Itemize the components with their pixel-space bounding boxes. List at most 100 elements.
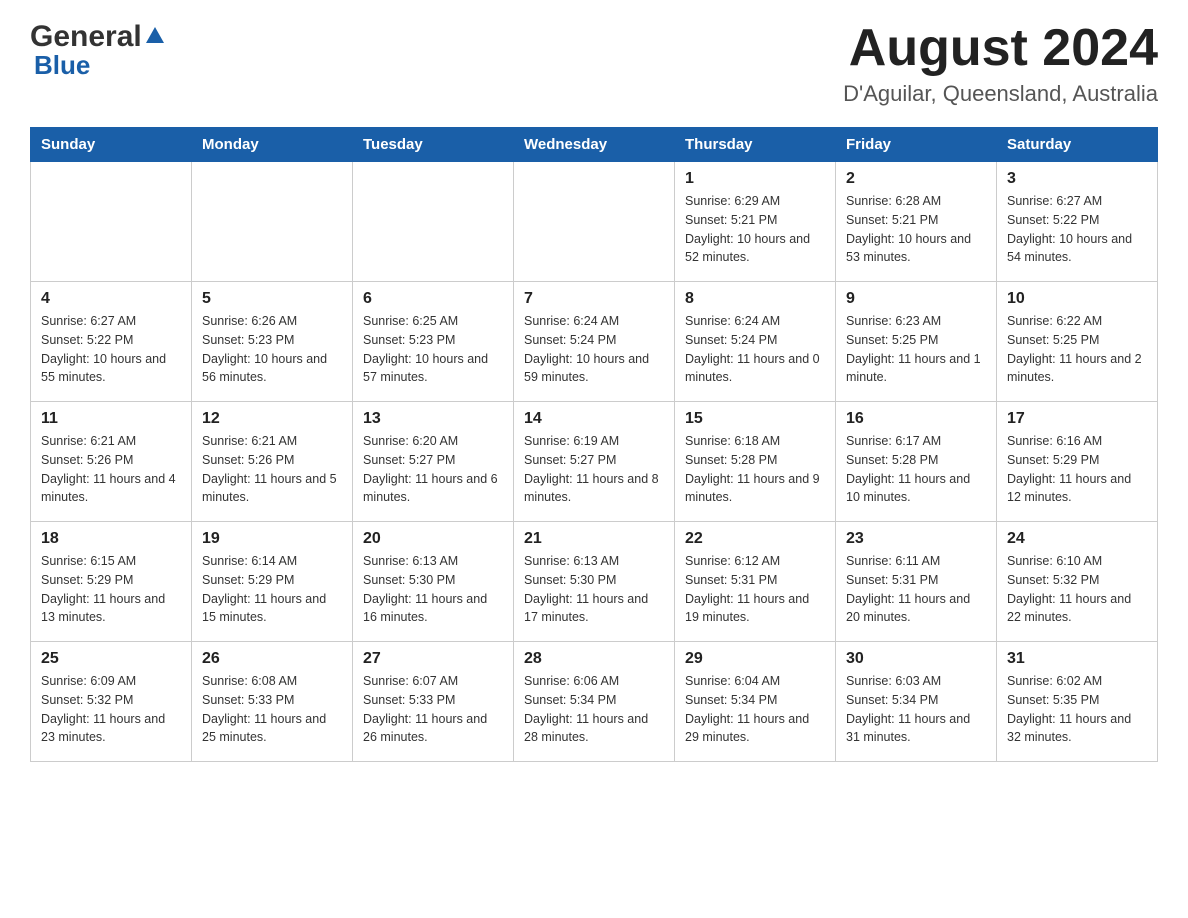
day-number: 1	[685, 170, 825, 188]
weekday-row: SundayMondayTuesdayWednesdayThursdayFrid…	[31, 128, 1158, 162]
day-number: 26	[202, 650, 342, 668]
day-info: Sunrise: 6:14 AMSunset: 5:29 PMDaylight:…	[202, 552, 342, 627]
calendar-cell: 4 Sunrise: 6:27 AMSunset: 5:22 PMDaylight…	[31, 282, 192, 402]
calendar-cell	[353, 162, 514, 282]
day-info: Sunrise: 6:15 AMSunset: 5:29 PMDaylight:…	[41, 552, 181, 627]
day-number: 21	[524, 530, 664, 548]
day-info: Sunrise: 6:08 AMSunset: 5:33 PMDaylight:…	[202, 672, 342, 747]
day-info: Sunrise: 6:09 AMSunset: 5:32 PMDaylight:…	[41, 672, 181, 747]
day-number: 22	[685, 530, 825, 548]
calendar-cell: 16 Sunrise: 6:17 AMSunset: 5:28 PMDayligh…	[836, 402, 997, 522]
day-number: 29	[685, 650, 825, 668]
calendar-cell: 19 Sunrise: 6:14 AMSunset: 5:29 PMDayligh…	[192, 522, 353, 642]
day-info: Sunrise: 6:27 AMSunset: 5:22 PMDaylight:…	[41, 312, 181, 387]
calendar-week-row: 1Sunrise: 6:29 AMSunset: 5:21 PMDaylight…	[31, 162, 1158, 282]
calendar-cell: 1Sunrise: 6:29 AMSunset: 5:21 PMDaylight…	[675, 162, 836, 282]
calendar-cell: 7 Sunrise: 6:24 AMSunset: 5:24 PMDaylight…	[514, 282, 675, 402]
day-number: 2	[846, 170, 986, 188]
day-info: Sunrise: 6:17 AMSunset: 5:28 PMDaylight:…	[846, 432, 986, 507]
calendar-cell: 26 Sunrise: 6:08 AMSunset: 5:33 PMDayligh…	[192, 642, 353, 762]
day-info: Sunrise: 6:21 AMSunset: 5:26 PMDaylight:…	[41, 432, 181, 507]
day-number: 11	[41, 410, 181, 428]
title-area: August 2024 D'Aguilar, Queensland, Austr…	[843, 20, 1158, 107]
calendar-cell: 30 Sunrise: 6:03 AMSunset: 5:34 PMDayligh…	[836, 642, 997, 762]
day-info: Sunrise: 6:12 AMSunset: 5:31 PMDaylight:…	[685, 552, 825, 627]
day-number: 4	[41, 290, 181, 308]
weekday-header-friday: Friday	[836, 128, 997, 162]
calendar-week-row: 18Sunrise: 6:15 AMSunset: 5:29 PMDayligh…	[31, 522, 1158, 642]
day-info: Sunrise: 6:24 AMSunset: 5:24 PMDaylight:…	[524, 312, 664, 387]
calendar-cell: 5Sunrise: 6:26 AMSunset: 5:23 PMDaylight…	[192, 282, 353, 402]
day-info: Sunrise: 6:16 AMSunset: 5:29 PMDaylight:…	[1007, 432, 1147, 507]
calendar-header: SundayMondayTuesdayWednesdayThursdayFrid…	[31, 128, 1158, 162]
calendar-cell: 28Sunrise: 6:06 AMSunset: 5:34 PMDayligh…	[514, 642, 675, 762]
calendar-cell: 23Sunrise: 6:11 AMSunset: 5:31 PMDayligh…	[836, 522, 997, 642]
calendar-cell: 11 Sunrise: 6:21 AMSunset: 5:26 PMDayligh…	[31, 402, 192, 522]
calendar-week-row: 25 Sunrise: 6:09 AMSunset: 5:32 PMDayligh…	[31, 642, 1158, 762]
calendar-week-row: 4 Sunrise: 6:27 AMSunset: 5:22 PMDaylight…	[31, 282, 1158, 402]
day-number: 15	[685, 410, 825, 428]
calendar-cell: 21Sunrise: 6:13 AMSunset: 5:30 PMDayligh…	[514, 522, 675, 642]
calendar-cell: 18Sunrise: 6:15 AMSunset: 5:29 PMDayligh…	[31, 522, 192, 642]
calendar-cell: 29Sunrise: 6:04 AMSunset: 5:34 PMDayligh…	[675, 642, 836, 762]
day-info: Sunrise: 6:11 AMSunset: 5:31 PMDaylight:…	[846, 552, 986, 627]
logo-triangle-icon	[144, 25, 166, 52]
calendar-cell: 9 Sunrise: 6:23 AMSunset: 5:25 PMDaylight…	[836, 282, 997, 402]
day-info: Sunrise: 6:10 AMSunset: 5:32 PMDaylight:…	[1007, 552, 1147, 627]
day-info: Sunrise: 6:22 AMSunset: 5:25 PMDaylight:…	[1007, 312, 1147, 387]
weekday-header-monday: Monday	[192, 128, 353, 162]
calendar-cell: 24 Sunrise: 6:10 AMSunset: 5:32 PMDayligh…	[997, 522, 1158, 642]
calendar-cell: 12Sunrise: 6:21 AMSunset: 5:26 PMDayligh…	[192, 402, 353, 522]
day-number: 25	[41, 650, 181, 668]
calendar-body: 1Sunrise: 6:29 AMSunset: 5:21 PMDaylight…	[31, 162, 1158, 762]
day-info: Sunrise: 6:13 AMSunset: 5:30 PMDaylight:…	[363, 552, 503, 627]
day-number: 12	[202, 410, 342, 428]
calendar-cell: 22 Sunrise: 6:12 AMSunset: 5:31 PMDayligh…	[675, 522, 836, 642]
day-number: 3	[1007, 170, 1147, 188]
day-number: 9	[846, 290, 986, 308]
day-number: 6	[363, 290, 503, 308]
calendar-cell	[192, 162, 353, 282]
day-number: 24	[1007, 530, 1147, 548]
day-number: 28	[524, 650, 664, 668]
day-number: 14	[524, 410, 664, 428]
calendar-cell: 3Sunrise: 6:27 AMSunset: 5:22 PMDaylight…	[997, 162, 1158, 282]
weekday-header-sunday: Sunday	[31, 128, 192, 162]
calendar-cell: 14 Sunrise: 6:19 AMSunset: 5:27 PMDayligh…	[514, 402, 675, 522]
logo-general-text: General	[30, 20, 142, 54]
weekday-header-tuesday: Tuesday	[353, 128, 514, 162]
month-year-title: August 2024	[843, 20, 1158, 77]
day-number: 7	[524, 290, 664, 308]
day-info: Sunrise: 6:28 AMSunset: 5:21 PMDaylight:…	[846, 192, 986, 267]
day-info: Sunrise: 6:03 AMSunset: 5:34 PMDaylight:…	[846, 672, 986, 747]
day-info: Sunrise: 6:07 AMSunset: 5:33 PMDaylight:…	[363, 672, 503, 747]
day-number: 30	[846, 650, 986, 668]
day-number: 19	[202, 530, 342, 548]
weekday-header-thursday: Thursday	[675, 128, 836, 162]
logo-blue-text: Blue	[34, 50, 90, 80]
calendar-cell	[31, 162, 192, 282]
calendar-cell: 27 Sunrise: 6:07 AMSunset: 5:33 PMDayligh…	[353, 642, 514, 762]
weekday-header-wednesday: Wednesday	[514, 128, 675, 162]
day-info: Sunrise: 6:25 AMSunset: 5:23 PMDaylight:…	[363, 312, 503, 387]
calendar-cell: 10Sunrise: 6:22 AMSunset: 5:25 PMDayligh…	[997, 282, 1158, 402]
day-info: Sunrise: 6:19 AMSunset: 5:27 PMDaylight:…	[524, 432, 664, 507]
calendar-cell: 25 Sunrise: 6:09 AMSunset: 5:32 PMDayligh…	[31, 642, 192, 762]
day-number: 20	[363, 530, 503, 548]
calendar-cell: 15Sunrise: 6:18 AMSunset: 5:28 PMDayligh…	[675, 402, 836, 522]
calendar-cell: 31Sunrise: 6:02 AMSunset: 5:35 PMDayligh…	[997, 642, 1158, 762]
calendar-cell: 6 Sunrise: 6:25 AMSunset: 5:23 PMDaylight…	[353, 282, 514, 402]
page-header: General Blue August 2024 D'Aguilar, Quee…	[30, 20, 1158, 107]
day-number: 8	[685, 290, 825, 308]
calendar-cell: 20 Sunrise: 6:13 AMSunset: 5:30 PMDayligh…	[353, 522, 514, 642]
location-subtitle: D'Aguilar, Queensland, Australia	[843, 81, 1158, 107]
calendar-cell: 17Sunrise: 6:16 AMSunset: 5:29 PMDayligh…	[997, 402, 1158, 522]
day-number: 27	[363, 650, 503, 668]
day-number: 16	[846, 410, 986, 428]
day-info: Sunrise: 6:20 AMSunset: 5:27 PMDaylight:…	[363, 432, 503, 507]
day-info: Sunrise: 6:23 AMSunset: 5:25 PMDaylight:…	[846, 312, 986, 387]
day-number: 13	[363, 410, 503, 428]
calendar-cell: 2 Sunrise: 6:28 AMSunset: 5:21 PMDaylight…	[836, 162, 997, 282]
calendar-week-row: 11 Sunrise: 6:21 AMSunset: 5:26 PMDayligh…	[31, 402, 1158, 522]
logo-area: General Blue	[30, 20, 166, 81]
